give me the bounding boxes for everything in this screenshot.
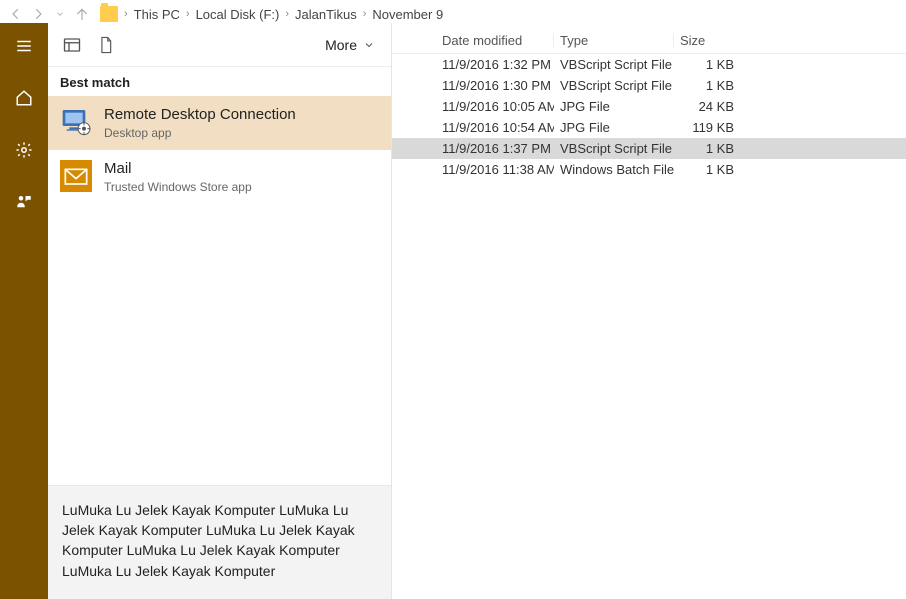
panel-toolbar: More — [48, 23, 391, 67]
feedback-icon[interactable] — [13, 191, 35, 213]
apps-filter-icon[interactable] — [62, 35, 82, 55]
nav-back-button[interactable] — [6, 4, 26, 24]
file-row[interactable]: 11/9/2016 1:32 PMVBScript Script File1 K… — [392, 54, 906, 75]
folder-icon — [100, 6, 118, 22]
file-row[interactable]: 11/9/2016 1:30 PMVBScript Script File1 K… — [392, 75, 906, 96]
chevron-right-icon: › — [124, 8, 128, 20]
file-date: 11/9/2016 10:54 AM — [436, 120, 554, 135]
nav-history-dropdown[interactable] — [50, 4, 70, 24]
file-size: 1 KB — [674, 162, 744, 177]
file-date: 11/9/2016 1:37 PM — [436, 141, 554, 156]
more-label: More — [325, 37, 357, 53]
nav-forward-button[interactable] — [28, 4, 48, 24]
file-row[interactable]: 11/9/2016 11:38 AMWindows Batch File1 KB — [392, 159, 906, 180]
col-type[interactable]: Type — [554, 33, 674, 48]
col-date[interactable]: Date modified — [436, 33, 554, 48]
col-size[interactable]: Size — [674, 33, 744, 48]
file-size: 1 KB — [674, 141, 744, 156]
best-match-header: Best match — [48, 67, 391, 96]
search-result-remote-desktop[interactable]: Remote Desktop Connection Desktop app — [48, 96, 391, 150]
chevron-down-icon — [363, 39, 375, 51]
file-date: 11/9/2016 11:38 AM — [436, 162, 554, 177]
file-type: VBScript Script File — [554, 78, 674, 93]
chevron-right-icon: › — [285, 8, 289, 20]
breadcrumb-item[interactable]: JalanTikus — [291, 7, 361, 22]
search-results-panel: More Best match — [48, 23, 392, 599]
file-row[interactable]: 11/9/2016 10:54 AMJPG File119 KB — [392, 117, 906, 138]
file-size: 1 KB — [674, 78, 744, 93]
file-type: Windows Batch File — [554, 162, 674, 177]
chevron-right-icon: › — [186, 8, 190, 20]
home-icon[interactable] — [13, 87, 35, 109]
breadcrumb-item[interactable]: Local Disk (F:) — [192, 7, 284, 22]
file-size: 24 KB — [674, 99, 744, 114]
file-type: VBScript Script File — [554, 141, 674, 156]
file-date: 11/9/2016 1:32 PM — [436, 57, 554, 72]
file-type: JPG File — [554, 99, 674, 114]
result-title: Mail — [104, 160, 252, 178]
mail-icon — [60, 160, 92, 192]
breadcrumb-item[interactable]: November 9 — [368, 7, 447, 22]
search-input-preview[interactable]: LuMuka Lu Jelek Kayak Komputer LuMuka Lu… — [48, 485, 391, 599]
file-type: JPG File — [554, 120, 674, 135]
cortana-sidebar — [0, 23, 48, 599]
breadcrumb-item[interactable]: This PC — [130, 7, 184, 22]
file-size: 1 KB — [674, 57, 744, 72]
gear-icon[interactable] — [13, 139, 35, 161]
chevron-right-icon: › — [363, 8, 367, 20]
search-result-mail[interactable]: Mail Trusted Windows Store app — [48, 150, 391, 204]
file-row[interactable]: 11/9/2016 1:37 PMVBScript Script File1 K… — [392, 138, 906, 159]
documents-filter-icon[interactable] — [96, 35, 116, 55]
hamburger-icon[interactable] — [13, 35, 35, 57]
file-type: VBScript Script File — [554, 57, 674, 72]
file-list: Date modified Type Size 11/9/2016 1:32 P… — [392, 28, 906, 599]
file-size: 119 KB — [674, 120, 744, 135]
file-row[interactable]: 11/9/2016 10:05 AMJPG File24 KB — [392, 96, 906, 117]
result-subtitle: Desktop app — [104, 126, 296, 140]
file-date: 11/9/2016 10:05 AM — [436, 99, 554, 114]
column-headers: Date modified Type Size — [392, 28, 906, 54]
nav-up-button[interactable] — [72, 4, 92, 24]
more-filters-button[interactable]: More — [317, 33, 383, 57]
file-date: 11/9/2016 1:30 PM — [436, 78, 554, 93]
result-title: Remote Desktop Connection — [104, 106, 296, 124]
result-subtitle: Trusted Windows Store app — [104, 180, 252, 194]
remote-desktop-icon — [60, 106, 92, 138]
